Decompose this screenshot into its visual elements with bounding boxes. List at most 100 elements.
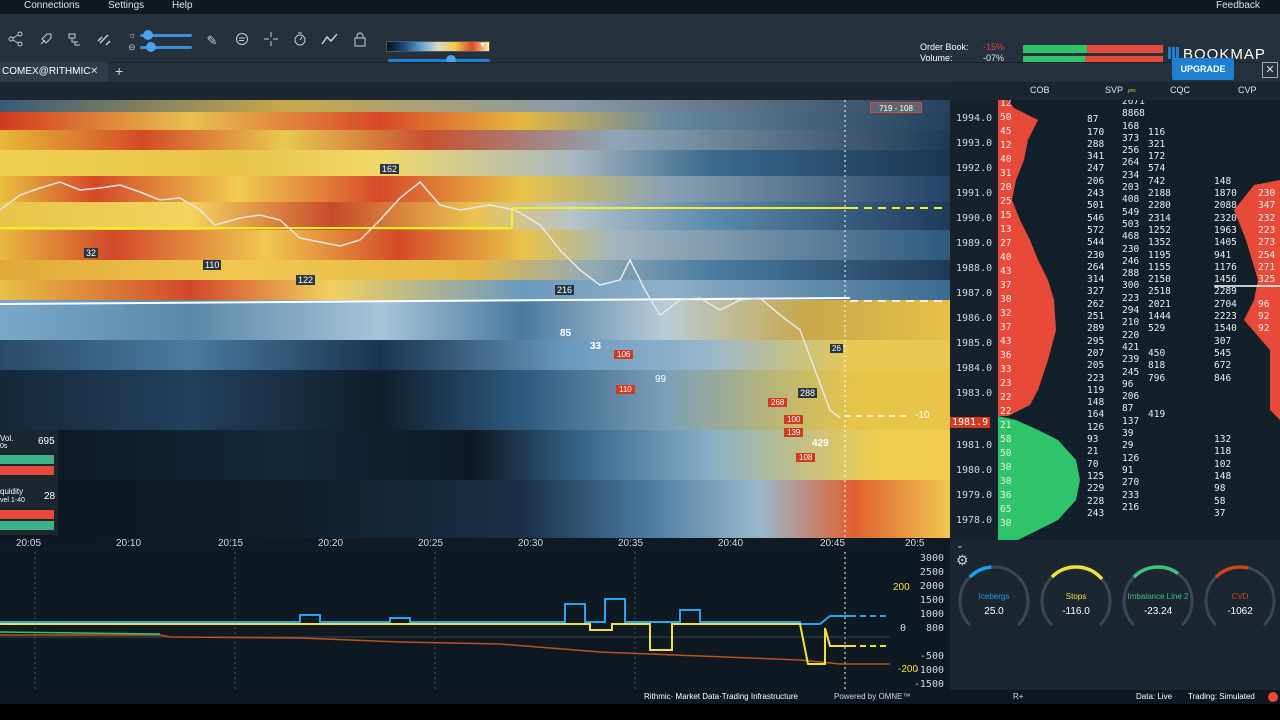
cvp-value: 118: [1214, 446, 1232, 458]
cvp-value: 941: [1214, 249, 1232, 261]
menu-feedback[interactable]: Feedback: [1216, 0, 1260, 12]
cvp-value: 98: [1214, 483, 1226, 495]
cvp-side-value: 223: [1258, 224, 1276, 236]
cvp-value: 545: [1214, 347, 1232, 359]
menu-connections[interactable]: Connections: [24, 0, 80, 12]
gauges-panel: ⚙ ⌄ Icebergs 25.0 Stops -116.0 Imbalance L…: [950, 540, 1280, 690]
cvp-side-value: 92: [1258, 311, 1270, 323]
svp-value: 87: [1087, 114, 1099, 126]
cvp-value: 2088: [1214, 200, 1237, 212]
share-icon[interactable]: [6, 31, 26, 51]
tab-comex-rithmic[interactable]: COMEX@RITHMIC ✕: [0, 62, 108, 82]
svp-value: 206: [1087, 175, 1105, 187]
cvp-value: 2289: [1214, 286, 1237, 298]
price-level: 1988.0: [956, 263, 993, 274]
cvp-value: [1214, 409, 1237, 421]
svp-second-value: 421: [1122, 341, 1140, 353]
cvp-value: 1456: [1214, 274, 1237, 286]
cvp-value: [1214, 114, 1237, 126]
link-icon[interactable]: [94, 31, 114, 51]
svp-second-value: 8868: [1122, 108, 1145, 120]
cqc-value: [1148, 422, 1171, 434]
cob-value: 37: [1000, 322, 1012, 333]
cvp-side-value: 347: [1258, 200, 1276, 212]
svp-value: 289: [1087, 323, 1105, 335]
cob-column: 12 50 45 12 40 31 20 25 15 13 27 40 43 37 30 32 37 43 36 33…: [998, 100, 1086, 540]
rocket-icon[interactable]: [36, 31, 56, 51]
price-ladder[interactable]: 1994.0 1993.0 1992.0 1991.0 1990.0 1989.0 1988…: [950, 100, 998, 540]
gauge-cvd[interactable]: CVD -1062: [1201, 562, 1279, 640]
layers-icon[interactable]: [64, 31, 84, 51]
gauge-value: -23.24: [1143, 606, 1173, 617]
close-panel-icon[interactable]: ✕: [1262, 62, 1278, 78]
upgrade-button[interactable]: UPGRADE: [1172, 58, 1234, 80]
cvp-side-value: [1258, 373, 1275, 385]
time-tick: 20:10: [116, 538, 142, 549]
cqc-header[interactable]: CQC: [1170, 85, 1190, 95]
cqc-value: 742: [1148, 175, 1166, 187]
cob-value: 36: [1000, 490, 1012, 501]
price-level: 1979.0: [956, 490, 993, 501]
svp-second-value: 549: [1122, 206, 1140, 218]
cvp-value: 1405: [1214, 237, 1237, 249]
heatmap-color-scale[interactable]: ▼: [386, 41, 490, 52]
price-level: 1987.0: [956, 288, 993, 299]
price-level: 1992.0: [956, 163, 993, 174]
contrast-slider[interactable]: [140, 42, 192, 52]
svp-value: 164: [1087, 409, 1105, 421]
order-book-label: Order Book:: [920, 42, 969, 52]
cvp-value: 1176: [1214, 261, 1237, 273]
heatmap-chart[interactable]: 719 - 108 162 32 110 122 216 85 33 106 9…: [0, 100, 950, 540]
time-tick: 20:25: [418, 538, 444, 549]
cvp-value: [1214, 397, 1237, 409]
gauge-title: CVD: [1231, 592, 1249, 601]
cvp-side-value: 271: [1258, 261, 1276, 273]
cob-header[interactable]: COB: [1030, 85, 1050, 95]
chart-line-icon[interactable]: [320, 31, 340, 51]
pencil-icon[interactable]: ✎: [202, 31, 222, 51]
cvp-header[interactable]: CVP: [1238, 85, 1257, 95]
svp-value: 126: [1087, 421, 1105, 433]
cqc-value: 2150: [1148, 274, 1171, 286]
timer-icon[interactable]: [290, 31, 310, 51]
cvp-side-value: [1258, 483, 1275, 495]
cob-value: 30: [1000, 476, 1012, 487]
svp-second-value: 126: [1122, 452, 1140, 464]
svp-header[interactable]: SVP: [1105, 85, 1123, 95]
gauge-imbalance-line-2[interactable]: Imbalance Line 2 -23.24: [1119, 562, 1197, 640]
cqc-value: 574: [1148, 163, 1166, 175]
svp-value: 125: [1087, 470, 1105, 482]
svp-value: 262: [1087, 298, 1105, 310]
cvp-value: 1963: [1214, 224, 1237, 236]
svp-second-value: 91: [1122, 464, 1134, 476]
indicator-tick: 1500: [919, 595, 944, 606]
menu-settings[interactable]: Settings: [108, 0, 144, 12]
cvp-side-value: 92: [1258, 323, 1270, 335]
cqc-value: [1148, 102, 1171, 114]
marker-108: 108: [796, 453, 816, 462]
gauge-stops[interactable]: Stops -116.0: [1037, 562, 1115, 640]
marker-last-size: -10: [915, 410, 930, 421]
chevron-down-icon[interactable]: ⌄: [956, 540, 964, 551]
cob-value: 15: [1000, 210, 1012, 221]
cvp-value: 2223: [1214, 311, 1237, 323]
close-icon[interactable]: ✕: [90, 62, 98, 81]
menu-help[interactable]: Help: [172, 0, 193, 12]
gauge-icebergs[interactable]: Icebergs 25.0: [955, 562, 1033, 640]
lock-icon[interactable]: [350, 31, 370, 51]
brightness-slider[interactable]: [140, 30, 192, 40]
cqc-value: [1148, 459, 1171, 471]
svp-value: [1087, 102, 1104, 114]
time-tick: 20:30: [518, 538, 544, 549]
chevron-down-icon[interactable]: ▼: [479, 42, 486, 49]
cob-value: 58: [1000, 434, 1012, 445]
chat-icon[interactable]: [232, 31, 252, 51]
indicator-panel[interactable]: 200 -200: [0, 552, 950, 704]
cvp-value: 148: [1214, 470, 1232, 482]
crosshair-icon[interactable]: [261, 31, 281, 51]
svp-value: 546: [1087, 212, 1105, 224]
add-tab-button[interactable]: +: [115, 62, 123, 80]
cvp-side-value: [1258, 434, 1275, 446]
cob-value: 32: [1000, 308, 1012, 319]
vol-value: 695: [38, 436, 55, 447]
